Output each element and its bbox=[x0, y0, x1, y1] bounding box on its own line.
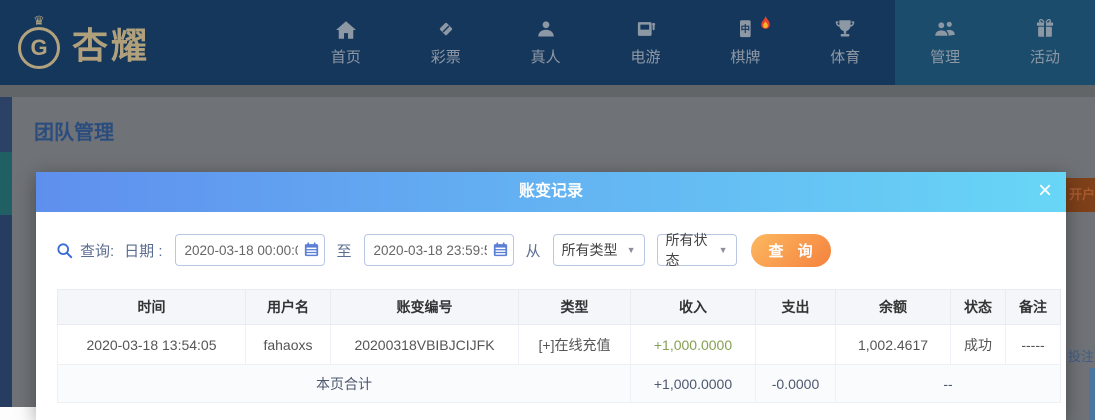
date-from-wrapper bbox=[174, 234, 325, 266]
nav-item-home[interactable]: 首页 bbox=[296, 0, 396, 85]
nav-item-label: 真人 bbox=[530, 48, 561, 66]
summary-expense: -0.0000 bbox=[755, 364, 836, 403]
background-sidebar-sliver-bottom bbox=[0, 215, 12, 407]
nav-item-live[interactable]: 真人 bbox=[496, 0, 596, 85]
nav-menu: 首页 彩票 真人 电游 中 棋牌 体育 管理 活动 bbox=[296, 0, 1095, 85]
nav-item-egames[interactable]: 电游 bbox=[596, 0, 696, 85]
account-change-table: 时间 用户名 账变编号 类型 收入 支出 余额 状态 备注 2020-03-18… bbox=[57, 289, 1061, 403]
svg-text:中: 中 bbox=[741, 22, 750, 33]
top-nav: ♛ G 杏耀 首页 彩票 真人 电游 中 棋牌 体育 管理 活动 bbox=[0, 0, 1095, 85]
nav-item-label: 棋牌 bbox=[730, 48, 761, 66]
gift-icon bbox=[1035, 18, 1055, 39]
date-to-wrapper bbox=[363, 234, 514, 266]
date-to-input[interactable] bbox=[363, 234, 514, 266]
close-icon[interactable]: × bbox=[1038, 172, 1052, 210]
background-bet-link: 投注 bbox=[1068, 349, 1095, 364]
col-header-expense: 支出 bbox=[755, 289, 836, 325]
query-button[interactable]: 查 询 bbox=[750, 233, 831, 267]
nav-item-label: 彩票 bbox=[430, 48, 461, 66]
subnav-strip bbox=[0, 85, 1095, 97]
team-icon bbox=[934, 19, 956, 39]
cell-change-no: 20200318VBIBJCIJFK bbox=[330, 324, 519, 365]
col-header-balance: 余额 bbox=[835, 289, 951, 325]
col-header-username: 用户名 bbox=[245, 289, 331, 325]
nav-item-label: 首页 bbox=[330, 48, 361, 66]
cell-balance: 1,002.4617 bbox=[835, 324, 951, 365]
chevron-down-icon: ▼ bbox=[718, 245, 728, 255]
nav-item-label: 电游 bbox=[630, 48, 661, 66]
status-select-value: 所有状态 bbox=[665, 232, 708, 268]
from-label: 从 bbox=[525, 242, 541, 260]
live-person-icon bbox=[536, 19, 556, 39]
date-from-input[interactable] bbox=[174, 234, 325, 266]
search-icon bbox=[56, 242, 73, 259]
col-header-status: 状态 bbox=[950, 289, 1006, 325]
date-label: 日期 : bbox=[124, 242, 163, 260]
background-open-account-button: 开户 bbox=[1066, 178, 1095, 212]
cell-expense bbox=[755, 324, 836, 365]
trophy-icon bbox=[835, 19, 855, 39]
modal-header: 账变记录 × bbox=[36, 172, 1066, 212]
cell-username: fahaoxs bbox=[245, 324, 331, 365]
summary-income: +1,000.0000 bbox=[630, 364, 756, 403]
background-sidebar-sliver bbox=[0, 97, 12, 152]
nav-item-boardgames[interactable]: 中 棋牌 bbox=[696, 0, 796, 85]
nav-item-label: 管理 bbox=[930, 48, 961, 66]
status-select[interactable]: 所有状态 ▼ bbox=[656, 232, 737, 268]
cell-status: 成功 bbox=[950, 324, 1006, 365]
nav-item-lottery[interactable]: 彩票 bbox=[396, 0, 496, 85]
page-title: 团队管理 bbox=[34, 122, 114, 144]
hot-flame-icon bbox=[759, 15, 772, 36]
mahjong-tile-icon: 中 bbox=[735, 15, 771, 39]
chevron-down-icon: ▼ bbox=[626, 245, 636, 255]
modal-title: 账变记录 bbox=[518, 183, 583, 200]
col-header-remark: 备注 bbox=[1005, 289, 1061, 325]
col-header-income: 收入 bbox=[630, 289, 756, 325]
summary-label: 本页合计 bbox=[57, 364, 631, 403]
cell-type: [+]在线充值 bbox=[518, 324, 631, 365]
account-change-modal: 账变记录 × 查询: 日期 : 至 从 所有类型 ▼ 所有状态 bbox=[36, 172, 1066, 420]
cell-time: 2020-03-18 13:54:05 bbox=[57, 324, 246, 365]
nav-item-label: 活动 bbox=[1030, 48, 1061, 66]
nav-item-sports[interactable]: 体育 bbox=[795, 0, 895, 85]
logo-emblem: ♛ G bbox=[16, 13, 62, 69]
brand-name: 杏耀 bbox=[72, 25, 151, 66]
type-select[interactable]: 所有类型 ▼ bbox=[552, 234, 645, 266]
lottery-icon bbox=[436, 19, 456, 39]
col-header-change-no: 账变编号 bbox=[330, 289, 519, 325]
to-label: 至 bbox=[336, 242, 352, 260]
search-label: 查询: bbox=[80, 242, 115, 260]
type-select-value: 所有类型 bbox=[561, 242, 618, 258]
nav-item-label: 体育 bbox=[830, 48, 861, 66]
cell-remark: ----- bbox=[1005, 324, 1061, 365]
nav-item-management[interactable]: 管理 bbox=[895, 0, 996, 85]
background-page-bottom bbox=[0, 407, 36, 420]
logo-badge: G bbox=[18, 27, 60, 69]
col-header-type: 类型 bbox=[518, 289, 631, 325]
site-logo[interactable]: ♛ G 杏耀 bbox=[16, 13, 151, 72]
background-scrollbar-thumb bbox=[1089, 368, 1095, 420]
summary-balance: -- bbox=[835, 364, 1061, 403]
background-sidebar-active-sliver bbox=[0, 152, 12, 215]
table-row: 2020-03-18 13:54:05 fahaoxs 20200318VBIB… bbox=[57, 324, 1061, 365]
table-header-row: 时间 用户名 账变编号 类型 收入 支出 余额 状态 备注 bbox=[57, 289, 1061, 325]
col-header-time: 时间 bbox=[57, 289, 246, 325]
filter-bar: 查询: 日期 : 至 从 所有类型 ▼ 所有状态 ▼ 查 询 bbox=[36, 232, 1066, 268]
home-icon bbox=[335, 19, 356, 39]
slot-machine-icon bbox=[636, 19, 656, 39]
nav-item-promotions[interactable]: 活动 bbox=[995, 0, 1095, 85]
cell-income: +1,000.0000 bbox=[630, 324, 756, 365]
table-summary-row: 本页合计 +1,000.0000 -0.0000 -- bbox=[57, 364, 1061, 403]
